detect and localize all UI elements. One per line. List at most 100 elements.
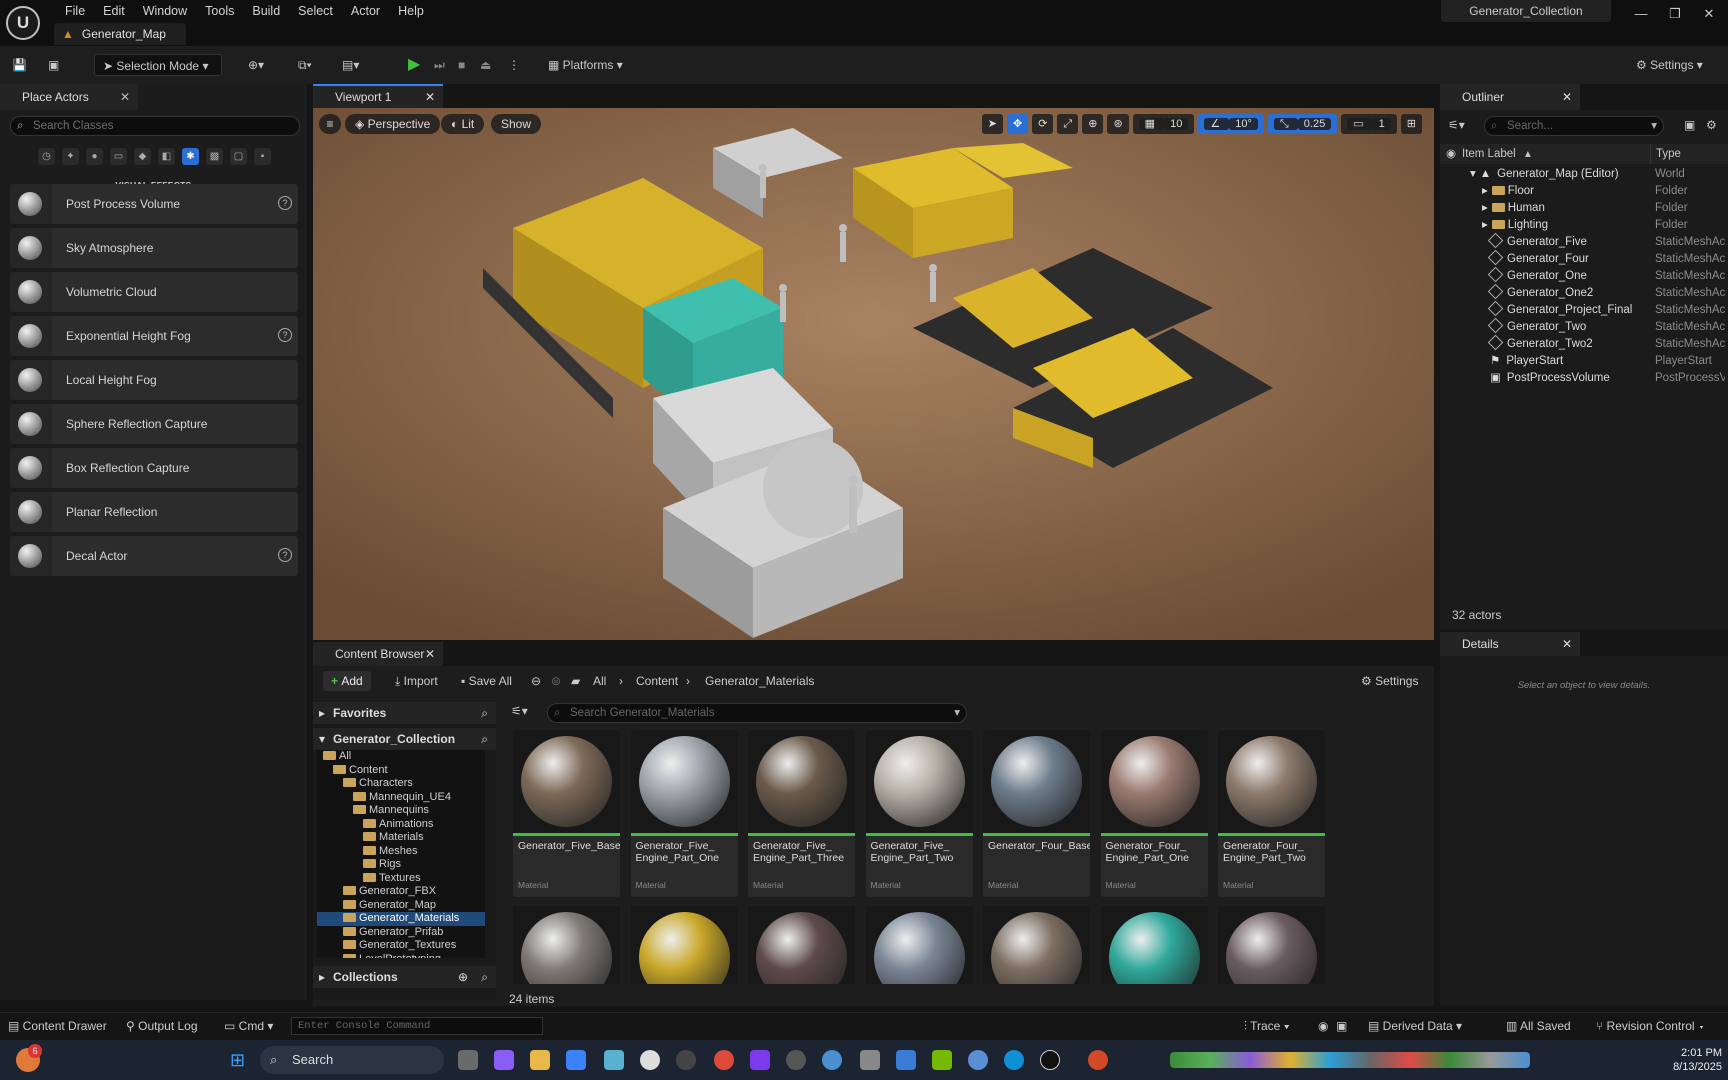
menu-select[interactable]: Select (289, 3, 342, 19)
play-icon[interactable]: ▶ (408, 54, 420, 76)
outliner-row[interactable]: Generator_One2 StaticMeshAc (1440, 283, 1728, 302)
material-asset-tile[interactable]: Generator_Five_ Engine_Part_Three Materia… (748, 730, 855, 897)
save-icon[interactable]: 💾 (12, 54, 27, 76)
add-folder-icon[interactable]: ▣ (1684, 118, 1695, 132)
rotation-snap-button[interactable]: ∠ 10° (1198, 114, 1264, 134)
breadcrumb-content[interactable]: Content (636, 671, 678, 691)
menu-window[interactable]: Window (134, 3, 196, 19)
back-icon[interactable]: ⊖ (531, 671, 541, 691)
help-icon[interactable]: ? (278, 196, 292, 210)
record-icon[interactable]: ◉ (1318, 1013, 1328, 1039)
material-asset-tile[interactable] (1100, 906, 1208, 984)
outliner-row[interactable]: ▾ ▲ Generator_Map (Editor) World (1440, 166, 1728, 183)
expand-icon[interactable]: ▾ (1470, 168, 1476, 180)
material-asset-tile[interactable]: Generator_Four_ Engine_Part_One Material (1100, 730, 1208, 897)
console-input[interactable]: Enter Console Command (291, 1017, 543, 1035)
basic-icon[interactable]: ✦ (62, 148, 79, 165)
details-tab[interactable]: Details ✕ (1440, 632, 1580, 656)
more-options-icon[interactable]: ⋮ (508, 54, 520, 76)
outliner-row[interactable]: Generator_Two2 StaticMeshAc (1440, 334, 1728, 353)
actor-item[interactable]: Volumetric Cloud (10, 272, 298, 312)
more-icon[interactable]: ▪ (254, 148, 271, 165)
folder-tree-item[interactable]: Generator_Materials (317, 912, 485, 926)
actor-item[interactable]: Planar Reflection (10, 492, 298, 532)
app-icon[interactable] (822, 1050, 842, 1070)
add-content-icon[interactable]: ⊕▾ (248, 54, 264, 76)
import-button[interactable]: ⤓ Import (395, 671, 438, 691)
search-icon[interactable]: ⌕ (481, 728, 488, 750)
geometry-icon[interactable]: ▩ (206, 148, 223, 165)
class-search-input[interactable]: ⌕ Search Classes (10, 116, 300, 136)
search-icon[interactable]: ⌕ (481, 966, 488, 988)
material-asset-tile[interactable]: Generator_Five_Base Material (513, 730, 620, 897)
folder-tree-item[interactable]: Rigs (317, 858, 485, 872)
gear-icon[interactable]: ⚙ (1706, 118, 1717, 132)
filter-icon[interactable]: ⚟▾ (511, 704, 528, 718)
folder-tree-item[interactable]: Generator_FBX (317, 885, 485, 899)
actor-item[interactable]: Post Process Volume? (10, 184, 298, 224)
folder-tree-item[interactable]: Materials (317, 831, 485, 845)
outliner-row[interactable]: Generator_Four StaticMeshAc (1440, 249, 1728, 268)
unreal-logo-icon[interactable]: U (6, 6, 40, 40)
app-icon[interactable] (640, 1050, 660, 1070)
copilot-icon[interactable] (494, 1050, 514, 1070)
volumes-icon[interactable]: ◧ (158, 148, 175, 165)
material-asset-tile[interactable] (513, 906, 620, 984)
menu-edit[interactable]: Edit (94, 3, 134, 19)
folder-tree-item[interactable]: Generator_Prifab (317, 926, 485, 940)
shapes-icon[interactable]: ◆ (134, 148, 151, 165)
expand-icon[interactable]: ▸ (1482, 219, 1488, 231)
outliner-row[interactable]: Generator_Two StaticMeshAc (1440, 317, 1728, 336)
content-browser-tab[interactable]: Content Browser ✕ (313, 642, 443, 666)
collections-header[interactable]: ▸ Collections ⊕ ⌕ (313, 966, 496, 988)
scale-tool-icon[interactable]: ⤢ (1057, 114, 1079, 134)
unreal-engine-icon[interactable] (1040, 1050, 1060, 1070)
outliner-search-input[interactable]: ⌕ Search... ▾ (1484, 116, 1664, 136)
material-asset-tile[interactable] (865, 906, 973, 984)
folder-tree-item[interactable]: Animations (317, 818, 485, 832)
close-icon[interactable]: ✕ (1562, 632, 1572, 656)
close-icon[interactable]: ✕ (1692, 0, 1726, 28)
add-collection-icon[interactable]: ⊕ (458, 966, 468, 988)
material-asset-tile[interactable]: Generator_Four_Base Material (983, 730, 1090, 897)
visual-effects-icon[interactable]: ✱ (182, 148, 199, 165)
outliner-tab[interactable]: Outliner ✕ (1440, 84, 1580, 110)
cmd-dropdown[interactable]: ▭ Cmd ▾ (224, 1013, 273, 1039)
folder-tree-item[interactable]: Characters (317, 777, 485, 791)
actor-item[interactable]: Exponential Height Fog? (10, 316, 298, 356)
windows-start-icon[interactable]: ⊞ (230, 1050, 250, 1070)
folder-tree-item[interactable]: Generator_Textures (317, 939, 485, 953)
cb-settings-button[interactable]: ⚙ Settings (1361, 671, 1418, 691)
filter-icon[interactable]: ⚟▾ (1448, 118, 1465, 132)
menu-build[interactable]: Build (243, 3, 289, 19)
folder-tree-item[interactable]: Generator_Map (317, 899, 485, 913)
app-icon[interactable] (786, 1050, 806, 1070)
screenshot-icon[interactable]: ▣ (1336, 1013, 1347, 1039)
outliner-row[interactable]: ⚑ PlayerStart PlayerStart (1440, 353, 1728, 370)
close-icon[interactable]: ✕ (1562, 84, 1572, 110)
save-all-button[interactable]: ▪ Save All (461, 671, 512, 691)
translate-tool-icon[interactable]: ✥ (1006, 114, 1029, 134)
expand-icon[interactable]: ▸ (1482, 202, 1488, 214)
folder-tree-item[interactable]: Meshes (317, 845, 485, 859)
help-icon[interactable]: ? (278, 328, 292, 342)
trace-dropdown[interactable]: ⫶ Trace ▾ (1244, 1013, 1290, 1039)
outliner-row[interactable]: Generator_Project_Final StaticMeshAc (1440, 300, 1728, 319)
expand-icon[interactable]: ▸ (1482, 185, 1488, 197)
viewport-menu-icon[interactable]: ≡ (319, 114, 341, 134)
grid-snap-button[interactable]: ▦ 10 (1132, 114, 1195, 134)
minimize-icon[interactable]: — (1624, 0, 1658, 28)
show-button[interactable]: Show (491, 114, 542, 134)
camera-speed-button[interactable]: ▭ 1 (1341, 114, 1397, 134)
actor-item[interactable]: Box Reflection Capture (10, 448, 298, 488)
breadcrumb-generator-materials[interactable]: Generator_Materials (705, 671, 814, 691)
chrome-icon[interactable] (714, 1050, 734, 1070)
viewport-tab[interactable]: Viewport 1 ✕ (313, 84, 443, 108)
browse-icon[interactable]: ▣ (48, 54, 59, 76)
selection-mode-dropdown[interactable]: ➤ Selection Mode ▾ (94, 54, 222, 76)
blueprint-icon[interactable]: ⧉▾ (298, 54, 312, 76)
outliner-row[interactable]: ▸ Lighting Folder (1440, 217, 1728, 234)
folder-tree-item[interactable]: LevelPrototyping (317, 953, 485, 958)
edge-icon[interactable] (1004, 1050, 1024, 1070)
close-icon[interactable]: ✕ (120, 84, 130, 110)
